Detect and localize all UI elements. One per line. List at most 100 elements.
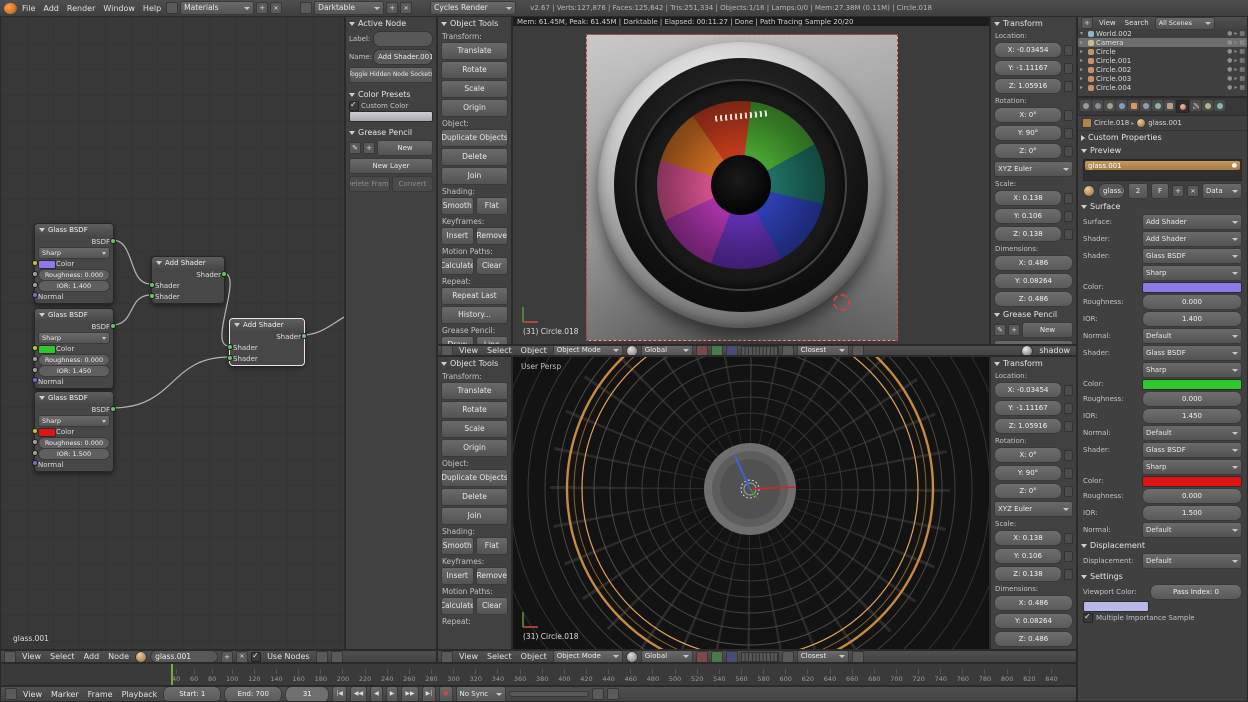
- material-browse-icon[interactable]: [1083, 185, 1095, 197]
- roughness-input-socket[interactable]: [32, 271, 38, 277]
- grease-new-button[interactable]: New: [1022, 322, 1073, 338]
- flat-button[interactable]: Flat: [476, 197, 509, 215]
- blender-logo-icon[interactable]: [4, 3, 17, 14]
- node-name-field[interactable]: Add Shader.001: [373, 49, 433, 65]
- smooth-button[interactable]: Smooth: [441, 537, 474, 555]
- scene-icon[interactable]: [300, 2, 312, 14]
- pencil-icon[interactable]: [994, 324, 1006, 336]
- lock-icon[interactable]: [1064, 45, 1073, 56]
- object-menu[interactable]: Object: [518, 346, 550, 355]
- toggle-hidden-sockets-button[interactable]: Toggle Hidden Node Sockets: [349, 67, 433, 83]
- new-layer-button[interactable]: New Layer: [349, 158, 433, 174]
- clear-button[interactable]: Clear: [476, 597, 509, 615]
- node-label-field[interactable]: [373, 31, 433, 47]
- draw-button[interactable]: Draw: [441, 336, 474, 345]
- play-reverse-button[interactable]: [370, 686, 383, 702]
- color-swatch[interactable]: [1142, 282, 1242, 293]
- rotate-manipulator-icon[interactable]: [711, 651, 723, 663]
- insert-keyframe-button[interactable]: Insert: [441, 227, 474, 245]
- shader-input-socket[interactable]: [149, 282, 155, 288]
- lock-icon[interactable]: [1064, 569, 1073, 580]
- scale-z-field[interactable]: Z: 0.138: [994, 226, 1062, 242]
- normal-input-socket[interactable]: [32, 292, 38, 298]
- breadcrumb-material[interactable]: glass.001: [1148, 119, 1182, 127]
- origin-button[interactable]: Origin: [441, 99, 508, 117]
- world-tab[interactable]: [1116, 100, 1127, 111]
- normal-selector[interactable]: Default: [1142, 425, 1242, 441]
- calculate-button[interactable]: Calculate: [441, 257, 474, 275]
- outliner-item[interactable]: ▾World.002●▸▦: [1078, 29, 1247, 38]
- snap-element-selector[interactable]: Closest: [797, 650, 849, 663]
- rotate-button[interactable]: Rotate: [441, 61, 508, 79]
- start-frame-field[interactable]: Start: 1: [163, 686, 221, 702]
- collapse-icon[interactable]: [39, 313, 45, 317]
- add-scene-button[interactable]: [386, 2, 398, 14]
- fake-user-button[interactable]: F: [1151, 183, 1169, 199]
- add-icon[interactable]: [1008, 324, 1020, 336]
- insert-keyframe-button[interactable]: Insert: [441, 567, 474, 585]
- rot-z-field[interactable]: Z: 0°: [994, 143, 1062, 159]
- renderable-icon[interactable]: ▦: [1239, 75, 1245, 82]
- collapse-icon[interactable]: [156, 261, 162, 265]
- view-menu[interactable]: View: [19, 652, 44, 661]
- remove-keyframe-button[interactable]: Remove: [476, 227, 509, 245]
- screen-layout-selector[interactable]: Materials: [180, 1, 254, 15]
- lock-icon[interactable]: [1064, 403, 1073, 414]
- roughness-input-socket[interactable]: [32, 439, 38, 445]
- lock-icon[interactable]: [1064, 450, 1073, 461]
- clear-button[interactable]: Clear: [476, 257, 509, 275]
- pass-index-slider[interactable]: Pass Index: 0: [1150, 584, 1242, 600]
- menu-add[interactable]: Add: [40, 4, 62, 13]
- smooth-button[interactable]: Smooth: [441, 197, 474, 215]
- add-menu[interactable]: Add: [81, 652, 103, 661]
- flat-button[interactable]: Flat: [476, 537, 509, 555]
- editor-type-icon[interactable]: [5, 688, 17, 700]
- panel-expand-icon[interactable]: [994, 22, 1000, 26]
- render-tab[interactable]: [1080, 100, 1091, 111]
- snap-magnet-icon[interactable]: [316, 651, 328, 663]
- panel-expand-icon[interactable]: [1081, 575, 1087, 579]
- shader-selector[interactable]: Glass BSDF: [1142, 442, 1242, 458]
- color-input-socket[interactable]: [32, 428, 38, 434]
- dim-y-field[interactable]: Y: 0.08264: [994, 613, 1073, 629]
- lock-icon[interactable]: [1064, 468, 1073, 479]
- cursor-3d[interactable]: [833, 294, 850, 311]
- translate-button[interactable]: Translate: [441, 382, 508, 400]
- material-datablock-field[interactable]: glass.001: [150, 650, 218, 663]
- new-layer-button[interactable]: New Layer: [994, 340, 1073, 345]
- rotation-mode-selector[interactable]: XYZ Euler: [994, 161, 1073, 177]
- color-swatch[interactable]: [38, 260, 56, 269]
- outliner-search-menu[interactable]: Search: [1122, 19, 1152, 27]
- rot-z-field[interactable]: Z: 0°: [994, 483, 1062, 499]
- displacement-selector[interactable]: Default: [1142, 553, 1242, 569]
- selectable-icon[interactable]: ▸: [1234, 66, 1237, 73]
- glass-bsdf-node-1[interactable]: Glass BSDF BSDF Sharp Color Roughness: 0…: [34, 223, 114, 304]
- dim-z-field[interactable]: Z: 0.486: [994, 631, 1073, 647]
- lock-icon[interactable]: [1064, 486, 1073, 497]
- dim-x-field[interactable]: X: 0.486: [994, 595, 1073, 611]
- shadow-sphere-icon[interactable]: [1021, 345, 1033, 356]
- outliner-view-menu[interactable]: View: [1096, 19, 1119, 27]
- shader-output-socket[interactable]: [221, 271, 227, 277]
- glass-bsdf-node-3[interactable]: Glass BSDF BSDF Sharp Color Roughness: 0…: [34, 391, 114, 472]
- ior-slider[interactable]: IOR: 1.450: [38, 365, 110, 377]
- mis-checkbox[interactable]: [1083, 613, 1093, 623]
- lock-icon[interactable]: [1064, 128, 1073, 139]
- visibility-icon[interactable]: ●: [1227, 57, 1232, 64]
- end-frame-field[interactable]: End: 700: [224, 686, 282, 702]
- calculate-button[interactable]: Calculate: [441, 597, 474, 615]
- unlink-material-button[interactable]: [1187, 185, 1199, 197]
- renderable-icon[interactable]: ▦: [1239, 57, 1245, 64]
- outliner-item[interactable]: ▸Circle.003●▸▦: [1078, 74, 1247, 83]
- loc-z-field[interactable]: Z: 1.05916: [994, 78, 1062, 94]
- lock-icon[interactable]: [1064, 193, 1073, 204]
- renderable-icon[interactable]: ▦: [1239, 66, 1245, 73]
- ior-slider[interactable]: IOR: 1.400: [38, 280, 110, 292]
- bsdf-output-socket[interactable]: [110, 406, 116, 412]
- delete-frame-button[interactable]: Delete Frame: [349, 176, 390, 192]
- scale-y-field[interactable]: Y: 0.106: [994, 548, 1062, 564]
- visibility-icon[interactable]: ●: [1227, 75, 1232, 82]
- render-engine-selector[interactable]: Cycles Render: [430, 1, 516, 15]
- scale-button[interactable]: Scale: [441, 80, 508, 98]
- shader-selector[interactable]: Glass BSDF: [1142, 345, 1242, 361]
